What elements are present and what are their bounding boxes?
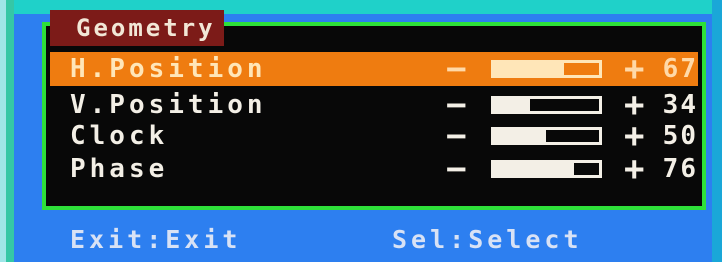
increase-icon[interactable]: + xyxy=(618,52,651,86)
v-position-slider[interactable] xyxy=(490,96,602,114)
slider-fill xyxy=(493,130,547,142)
decrease-icon[interactable]: − xyxy=(440,52,473,86)
monitor-bezel-left xyxy=(0,0,14,262)
increase-icon[interactable]: + xyxy=(618,119,651,153)
slider-fill xyxy=(493,99,530,111)
phase-slider[interactable] xyxy=(490,160,602,178)
decrease-icon[interactable]: − xyxy=(440,152,473,186)
menu-item-label: Clock xyxy=(70,121,169,151)
menu-item-h-position[interactable]: H.Position − + 67 xyxy=(50,52,698,86)
menu-item-label: V.Position xyxy=(70,90,267,120)
menu-title: Geometry xyxy=(50,10,224,46)
slider-fill xyxy=(493,163,574,175)
menu-item-label: H.Position xyxy=(70,54,267,84)
decrease-icon[interactable]: − xyxy=(440,119,473,153)
menu-item-value: 34 xyxy=(662,90,698,120)
h-position-slider[interactable] xyxy=(490,60,602,78)
menu-item-v-position[interactable]: V.Position − + 34 xyxy=(50,88,698,122)
exit-hint: Exit:Exit xyxy=(70,225,242,254)
menu-item-label: Phase xyxy=(70,154,169,184)
menu-item-value: 50 xyxy=(662,121,698,151)
increase-icon[interactable]: + xyxy=(618,152,651,186)
menu-item-phase[interactable]: Phase − + 76 xyxy=(50,152,698,186)
select-hint: Sel:Select xyxy=(392,225,583,254)
slider-fill xyxy=(493,63,565,75)
menu-item-value: 67 xyxy=(662,54,698,84)
menu-item-clock[interactable]: Clock − + 50 xyxy=(50,119,698,153)
menu-item-value: 76 xyxy=(662,154,698,184)
monitor-bezel-right xyxy=(712,0,722,262)
clock-slider[interactable] xyxy=(490,127,602,145)
